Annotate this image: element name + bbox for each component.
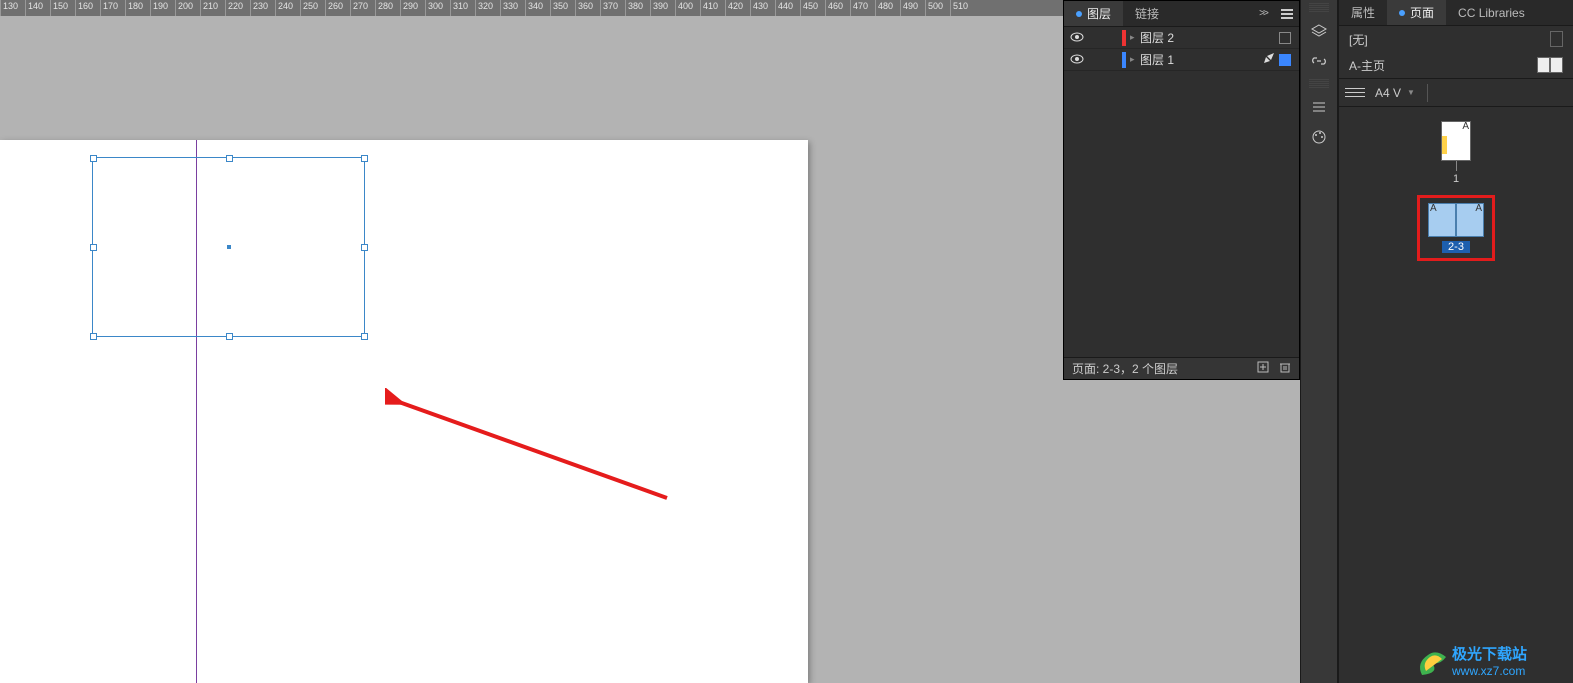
selection-center-icon [227, 245, 231, 249]
site-watermark: 极光下载站 www.xz7.com [1416, 643, 1571, 681]
panel-menu-button[interactable] [1275, 1, 1299, 26]
tab-cc-libraries[interactable]: CC Libraries [1446, 0, 1537, 25]
selected-spread-highlight: A A 2-3 [1417, 195, 1495, 261]
layers-panel-tabs: 图层 链接 >> [1064, 1, 1299, 27]
master-thumb-icon [1550, 31, 1563, 47]
svg-text:极光下载站: 极光下载站 [1452, 645, 1527, 663]
master-none-label: [无] [1349, 31, 1368, 48]
horizontal-ruler[interactable]: 1301401501601701801902002102202302402502… [0, 0, 1063, 16]
resize-handle-tm[interactable] [226, 155, 233, 162]
tab-pages[interactable]: 页面 [1387, 0, 1446, 25]
divider [1427, 84, 1428, 102]
trash-icon [1279, 361, 1291, 373]
resize-handle-bm[interactable] [226, 333, 233, 340]
palette-icon [1311, 129, 1327, 145]
disclosure-icon[interactable]: ▸ [1130, 54, 1140, 65]
layer-color-swatch [1122, 30, 1126, 46]
selected-rectangle-frame[interactable] [92, 157, 365, 337]
page-preset-label[interactable]: A4 V [1375, 86, 1401, 100]
master-none-row[interactable]: [无] [1339, 26, 1573, 52]
resize-handle-tl[interactable] [90, 155, 97, 162]
lines-icon [1311, 100, 1327, 114]
tab-links-label: 链接 [1135, 5, 1159, 22]
tab-properties[interactable]: 属性 [1339, 0, 1387, 25]
master-a-row[interactable]: A-主页 [1339, 52, 1573, 78]
tab-indicator-icon [1399, 10, 1405, 16]
layers-status-text: 页面: 2-3，2 个图层 [1072, 360, 1178, 377]
layer-color-swatch [1122, 52, 1126, 68]
hamburger-icon [1281, 13, 1293, 15]
disclosure-icon[interactable]: ▸ [1130, 32, 1140, 43]
panel-collapse-button[interactable]: >> [1251, 1, 1275, 26]
selection-proxy[interactable] [1279, 54, 1291, 66]
dock-links-button[interactable] [1301, 46, 1337, 76]
resize-handle-br[interactable] [361, 333, 368, 340]
dock-layers-button[interactable] [1301, 16, 1337, 46]
selection-proxy[interactable] [1279, 32, 1291, 44]
pages-thumbnail-area[interactable]: A 1 A A 2-3 [1339, 107, 1573, 275]
pages-panel-tabs: 属性 页面 CC Libraries [1339, 0, 1573, 26]
collapsed-panel-dock[interactable] [1300, 0, 1338, 683]
tab-layers-label: 图层 [1087, 5, 1111, 22]
page-1-label: 1 [1453, 173, 1459, 185]
spread-2-3-thumb[interactable]: A A [1428, 203, 1484, 237]
svg-text:www.xz7.com: www.xz7.com [1451, 664, 1525, 678]
layer-name[interactable]: 图层 1 [1140, 51, 1259, 68]
master-badge: A [1475, 203, 1482, 214]
resize-handle-bl[interactable] [90, 333, 97, 340]
master-thumb-icon [1550, 57, 1563, 73]
tab-indicator-icon [1076, 11, 1082, 17]
layers-panel[interactable]: 图层 链接 >> ▸ 图层 2 ▸ 图层 1 [1063, 0, 1300, 380]
page-preset-bar: A4 V ▼ [1339, 79, 1573, 107]
master-badge: A [1462, 121, 1469, 132]
tab-cclib-label: CC Libraries [1458, 6, 1525, 20]
content-indicator [1442, 136, 1447, 154]
spread-label: 2-3 [1442, 241, 1470, 253]
master-thumb-icon [1537, 57, 1550, 73]
dock-stroke-button[interactable] [1301, 92, 1337, 122]
layer-row[interactable]: ▸ 图层 2 [1064, 27, 1299, 49]
double-chevron-icon: >> [1259, 8, 1267, 19]
resize-handle-tr[interactable] [361, 155, 368, 162]
document-pasteboard[interactable]: 1301401501601701801902002102202302402502… [0, 0, 1063, 683]
eye-icon [1070, 32, 1084, 42]
layers-icon [1311, 24, 1327, 38]
resize-handle-ml[interactable] [90, 244, 97, 251]
active-pen-icon[interactable] [1259, 52, 1279, 67]
pen-icon [1263, 52, 1275, 64]
page-connector [1456, 161, 1457, 171]
masters-section: [无] A-主页 [1339, 26, 1573, 79]
dock-grip[interactable] [1309, 79, 1329, 89]
layer-name[interactable]: 图层 2 [1140, 29, 1259, 46]
tab-layers[interactable]: 图层 [1064, 1, 1123, 26]
layer-row[interactable]: ▸ 图层 1 [1064, 49, 1299, 71]
page-1-thumb[interactable]: A 1 [1441, 121, 1471, 185]
eye-icon [1070, 54, 1084, 64]
links-icon [1311, 54, 1327, 68]
chevron-down-icon[interactable]: ▼ [1407, 88, 1415, 97]
tab-links[interactable]: 链接 [1123, 1, 1171, 26]
visibility-toggle[interactable] [1064, 31, 1090, 45]
delete-layer-button[interactable] [1279, 361, 1291, 376]
resize-handle-mr[interactable] [361, 244, 368, 251]
pages-panel[interactable]: 属性 页面 CC Libraries [无] A-主页 A4 V ▼ [1338, 0, 1573, 683]
dock-grip[interactable] [1309, 3, 1329, 13]
new-layer-button[interactable] [1257, 361, 1269, 376]
tab-pages-label: 页面 [1410, 4, 1434, 21]
master-a-label: A-主页 [1349, 57, 1385, 74]
list-icon[interactable] [1345, 88, 1365, 97]
layers-list: ▸ 图层 2 ▸ 图层 1 [1064, 27, 1299, 337]
master-badge: A [1430, 203, 1437, 214]
plus-page-icon [1257, 361, 1269, 373]
layers-panel-status-bar: 页面: 2-3，2 个图层 [1064, 357, 1299, 379]
dock-color-button[interactable] [1301, 122, 1337, 152]
visibility-toggle[interactable] [1064, 53, 1090, 67]
tab-properties-label: 属性 [1351, 4, 1375, 21]
